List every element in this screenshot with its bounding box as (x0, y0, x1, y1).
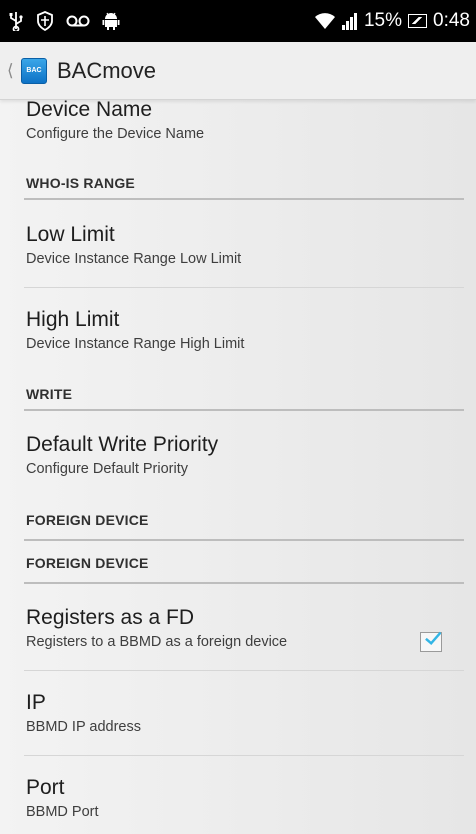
category-divider (24, 582, 464, 584)
pref-title: Low Limit (26, 223, 115, 246)
notification-icons (8, 11, 120, 31)
pref-default-write-priority[interactable]: Default Write Priority Configure Default… (26, 433, 464, 478)
app-logo[interactable]: BAC (21, 57, 47, 84)
voicemail-icon (66, 14, 90, 28)
pref-summary: Registers to a BBMD as a foreign device (26, 634, 288, 650)
item-divider (24, 287, 464, 288)
action-bar: ⟨ BAC BACmove (0, 42, 476, 100)
pref-title: High Limit (26, 308, 120, 331)
pref-summary: Configure Default Priority (26, 461, 188, 477)
category-divider (24, 198, 464, 200)
pref-title: Registers as a FD (26, 606, 195, 629)
pref-ip[interactable]: IP BBMD IP address (26, 691, 464, 736)
android-icon (102, 11, 120, 31)
category-write: WRITE (26, 386, 73, 402)
item-divider (24, 670, 464, 671)
settings-list[interactable]: Device Name Configure the Device Name WH… (0, 100, 476, 834)
battery-charging-icon (408, 14, 428, 28)
pref-title: IP (26, 691, 46, 714)
app-title[interactable]: BACmove (57, 58, 156, 84)
wifi-icon (314, 12, 336, 30)
battery-percent: 15% (363, 10, 403, 31)
pref-title: Default Write Priority (26, 433, 219, 456)
shield-icon (36, 11, 54, 31)
category-foreign-device-2: FOREIGN DEVICE (26, 555, 149, 571)
signal-icon (341, 12, 358, 30)
category-who-is-range: WHO-IS RANGE (26, 175, 135, 191)
up-caret-icon[interactable]: ⟨ (7, 61, 17, 81)
pref-summary: Configure the Device Name (26, 126, 205, 142)
pref-high-limit[interactable]: High Limit Device Instance Range High Li… (26, 308, 464, 353)
pref-low-limit[interactable]: Low Limit Device Instance Range Low Limi… (26, 223, 464, 268)
status-bar: 15% 0:48 (0, 0, 476, 42)
pref-title: Device Name (26, 100, 153, 121)
category-divider (24, 539, 464, 541)
pref-port[interactable]: Port BBMD Port (26, 776, 464, 821)
pref-title: Port (26, 776, 65, 799)
category-divider (24, 409, 464, 411)
pref-registers-fd[interactable]: Registers as a FD Registers to a BBMD as… (26, 606, 464, 651)
pref-device-name[interactable]: Device Name Configure the Device Name (26, 100, 464, 143)
item-divider (24, 755, 464, 756)
clock: 0:48 (433, 10, 470, 31)
pref-summary: Device Instance Range Low Limit (26, 251, 242, 267)
checkmark-icon (425, 631, 441, 646)
pref-summary: Device Instance Range High Limit (26, 336, 245, 352)
usb-icon (8, 11, 24, 31)
registers-fd-checkbox[interactable] (420, 631, 442, 652)
category-foreign-device: FOREIGN DEVICE (26, 512, 149, 528)
system-status: 15% 0:48 (314, 10, 470, 32)
pref-summary: BBMD Port (26, 804, 99, 820)
pref-summary: BBMD IP address (26, 719, 141, 735)
